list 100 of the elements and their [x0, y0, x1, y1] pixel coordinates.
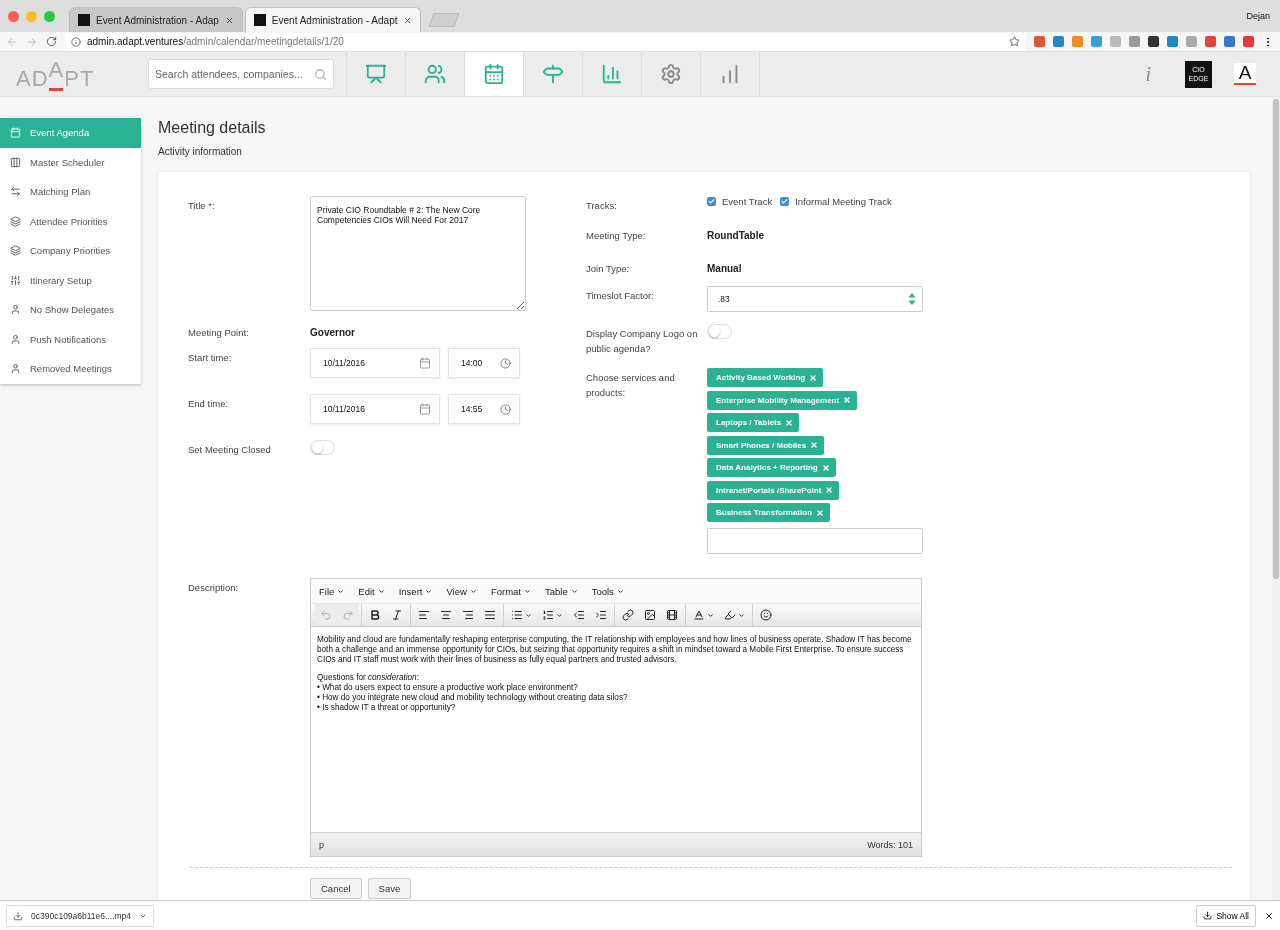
sidebar-item[interactable]: Company Priorities	[0, 236, 141, 266]
film-icon	[666, 609, 678, 621]
bold-icon	[369, 609, 381, 621]
bullet-list-icon	[511, 609, 523, 621]
extension-icon[interactable]	[1148, 36, 1159, 47]
remove-icon[interactable]	[825, 486, 834, 494]
undo-icon	[320, 609, 332, 621]
presentation-icon	[365, 63, 387, 85]
adapt-logo: ADAPT	[16, 57, 94, 91]
people-icon	[424, 63, 446, 85]
outdent-icon	[573, 609, 585, 621]
editor-menu[interactable]: Format	[490, 585, 531, 597]
signpost-icon	[542, 63, 564, 85]
redo-icon	[342, 609, 354, 621]
field-label: Title *:	[188, 199, 216, 213]
caret-icon	[377, 587, 385, 595]
show-all-button[interactable]: Show All	[1196, 904, 1256, 927]
star-icon[interactable]	[1009, 36, 1020, 47]
info-icon	[71, 36, 81, 47]
justify-icon	[484, 609, 496, 621]
number-field[interactable]: .83	[707, 286, 923, 312]
columns-icon	[10, 156, 21, 168]
new-tab-button[interactable]	[428, 13, 461, 27]
caret-icon	[556, 611, 563, 619]
browser-tab[interactable]: Event Administration - Adapt	[244, 7, 422, 32]
download-item[interactable]: 0c390c109a6b11e6....mp4	[6, 904, 155, 927]
paragraph: Mobility and cloud are fundamentally reshaping enterprise computing, the IT relationship with employees and how lines of business operate. Shadow IT has become both a challenge and an immense opportunity for CIOs, but seizing that opportunity requires a shift in mindset toward a Mobile First Enterprise. To ensure success CIOs and IT staff must work with their lines of business as fully equal partners and trusted advisors.	[317, 635, 913, 665]
person-icon	[10, 363, 21, 375]
field-label: Timeslot Factor:	[586, 289, 655, 303]
close-icon[interactable]	[1264, 910, 1274, 921]
toggle-switch[interactable]	[707, 324, 732, 339]
scrollbar-thumb[interactable]	[1273, 99, 1279, 579]
save-button[interactable]: Save	[367, 878, 412, 899]
track-checkbox[interactable]: Informal Meeting Track	[780, 196, 892, 207]
extension-icon[interactable]	[1224, 36, 1235, 47]
bar-chart-icon	[601, 63, 623, 85]
time-field[interactable]: 14:00	[448, 348, 520, 378]
remove-icon[interactable]	[843, 396, 852, 404]
search-icon	[314, 67, 327, 81]
sidebar-item[interactable]: Push Notifications	[0, 324, 141, 354]
italic-icon	[391, 609, 403, 621]
text-line: • Is shadow IT a threat or opportunity?	[317, 703, 457, 713]
sidebar-item[interactable]: No Show Delegates	[0, 295, 141, 325]
cancel-button[interactable]: Cancel	[310, 878, 362, 899]
calendar-icon	[419, 403, 431, 415]
text-line: • How do you integrate new cloud and mobility technology without creating data silos?	[317, 693, 629, 703]
calendar-icon	[419, 357, 431, 369]
editor-menu[interactable]: View	[446, 585, 477, 597]
caret-icon	[523, 587, 531, 595]
track-checkbox[interactable]: Event Track	[707, 196, 773, 207]
field-value: RoundTable	[707, 229, 765, 241]
title-field[interactable]: Private CIO Roundtable # 2: The New Core Competencies CIOs Will Need For 2017	[310, 196, 526, 311]
close-window-button[interactable]	[8, 10, 19, 22]
remove-icon[interactable]	[821, 463, 830, 472]
back-icon[interactable]	[6, 35, 18, 48]
nav-tab[interactable]	[464, 52, 523, 96]
remove-icon[interactable]	[810, 441, 819, 449]
account-logo[interactable]: A	[1234, 63, 1256, 85]
close-icon[interactable]	[403, 15, 413, 25]
profile-name[interactable]: Dejan	[1246, 11, 1280, 21]
element-path: p	[319, 839, 324, 850]
address-bar[interactable]: admin.adapt.ventures/admin/calendar/meetingdetails/1/20	[65, 32, 1026, 51]
time-field[interactable]: 14:55	[448, 394, 520, 424]
sidebar-item[interactable]: Itinerary Setup	[0, 265, 141, 295]
editor-menu[interactable]: Table	[544, 585, 578, 597]
text-line: Questions for consideration:	[317, 673, 420, 683]
editor-menu[interactable]: Edit	[358, 585, 385, 597]
editor-menu[interactable]: Tools	[591, 585, 624, 597]
field-label: Meeting Type:	[586, 229, 647, 243]
caret-icon	[525, 611, 532, 619]
reload-icon[interactable]	[46, 36, 57, 47]
field-label: Meeting Point:	[188, 326, 250, 340]
field-label: Set Meeting Closed	[188, 443, 272, 457]
maximize-window-button[interactable]	[44, 10, 55, 22]
text-color-icon	[693, 609, 705, 621]
tag-input-field[interactable]	[707, 528, 923, 554]
indent-icon	[595, 609, 607, 621]
spinner-icon[interactable]	[908, 292, 916, 306]
check-icon	[708, 198, 715, 205]
sidebar-item[interactable]: Matching Plan	[0, 177, 141, 207]
remove-icon[interactable]	[785, 418, 794, 427]
forward-icon[interactable]	[26, 35, 38, 48]
editor-menu[interactable]: Insert	[398, 585, 433, 597]
text-line: • What do users expect to ensure a productive work place environment?	[317, 683, 579, 693]
date-field[interactable]: 10/11/2016	[310, 394, 440, 424]
remove-icon[interactable]	[816, 508, 825, 517]
toggle-switch[interactable]	[310, 440, 335, 455]
field-label: Choose services and products:	[586, 371, 676, 400]
field-label: Start time:	[188, 351, 233, 365]
search-field[interactable]: Search attendees, companies...	[148, 59, 334, 89]
sidebar-item[interactable]: Attendee Priorities	[0, 206, 141, 236]
sliders-icon	[10, 274, 21, 286]
remove-icon[interactable]	[809, 373, 818, 382]
sidebar-item[interactable]: Master Scheduler	[0, 147, 141, 177]
date-field[interactable]: 10/11/2016	[310, 348, 440, 378]
caret-icon	[616, 587, 624, 595]
person-icon	[10, 333, 21, 345]
browser-tab[interactable]: Event Administration - Adap	[69, 7, 243, 32]
editor-menu[interactable]: File	[319, 585, 345, 597]
sidebar-item[interactable]: Removed Meetings	[0, 354, 141, 384]
